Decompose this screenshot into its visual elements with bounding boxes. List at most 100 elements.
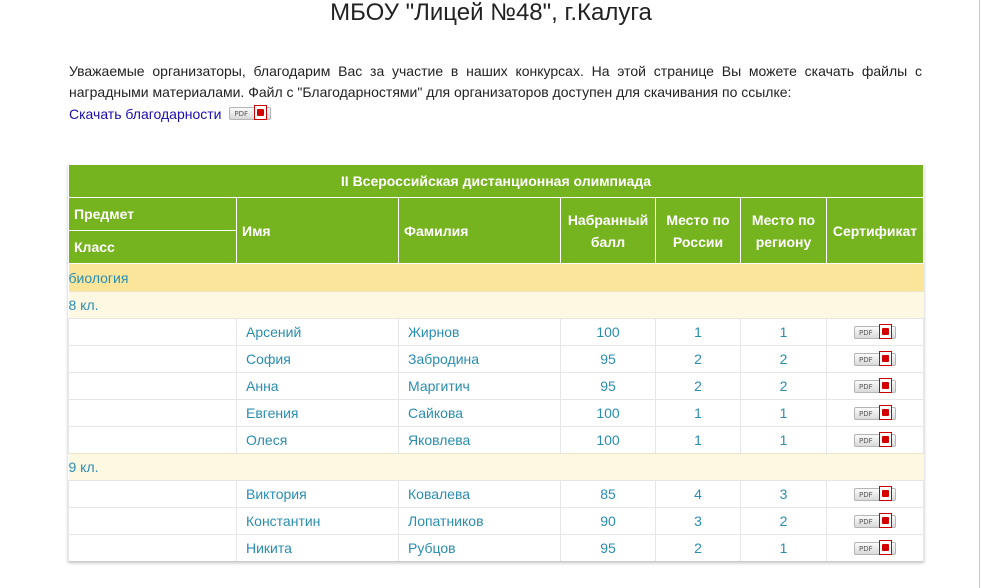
header-certificate: Сертификат — [825, 197, 925, 264]
header-rank-region-line1: Место по — [751, 211, 816, 228]
pdf-label: PDF — [859, 517, 873, 526]
class-row: 8 кл. — [68, 291, 924, 319]
header-subject: Предмет — [68, 197, 237, 231]
class-label: 8 кл. — [68, 291, 924, 319]
acrobat-icon — [879, 512, 892, 528]
last-name-cell: Жирнов — [398, 318, 561, 346]
acrobat-icon — [879, 350, 892, 366]
acrobat-icon — [879, 323, 892, 339]
first-name-cell: Виктория — [236, 480, 399, 508]
first-name-cell: София — [236, 345, 399, 373]
rank-region-cell: 2 — [740, 507, 827, 535]
rank-russia-cell: 1 — [655, 318, 741, 346]
score-cell: 100 — [560, 399, 656, 427]
pdf-icon[interactable]: PDF — [854, 512, 896, 528]
certificate-cell: PDF — [826, 372, 925, 400]
acrobat-icon — [879, 377, 892, 393]
pdf-label: PDF — [859, 544, 873, 553]
last-name-cell: Ковалева — [398, 480, 561, 508]
header-rank-russia-line2: России — [672, 233, 724, 250]
table-row: Константин Лопатников 90 3 2 PDF — [68, 507, 925, 535]
certificate-cell: PDF — [826, 399, 925, 427]
empty-cell — [68, 426, 237, 454]
subject-row: биология — [68, 263, 924, 292]
rank-russia-cell: 2 — [655, 372, 741, 400]
last-name-cell: Яковлева — [398, 426, 561, 454]
pdf-icon[interactable]: PDF — [854, 539, 896, 555]
rank-russia-cell: 3 — [655, 507, 741, 535]
score-cell: 95 — [560, 534, 656, 561]
empty-cell — [68, 480, 237, 508]
pdf-icon[interactable]: PDF — [854, 323, 896, 339]
pdf-icon[interactable]: PDF — [229, 104, 272, 120]
last-name-cell: Забродина — [398, 345, 561, 373]
class-label: 9 кл. — [68, 453, 924, 481]
pdf-label: PDF — [859, 382, 873, 391]
pdf-icon[interactable]: PDF — [854, 377, 896, 393]
empty-cell — [68, 399, 237, 427]
last-name-cell: Лопатников — [398, 507, 561, 535]
acrobat-icon — [879, 485, 892, 501]
table-row: Никита Рубцов 95 2 1 PDF — [68, 534, 925, 561]
score-cell: 100 — [560, 426, 656, 454]
download-area: Скачать благодарности PDF — [69, 104, 272, 124]
score-cell: 90 — [560, 507, 656, 535]
score-cell: 100 — [560, 318, 656, 346]
window-edge-line — [979, 0, 980, 588]
score-cell: 95 — [560, 345, 656, 373]
page-title: МБОУ "Лицей №48", г.Калуга — [330, 0, 652, 26]
first-name-cell: Евгения — [236, 399, 399, 427]
header-rank-region: Место по региону — [740, 197, 827, 264]
rank-region-cell: 1 — [740, 534, 827, 561]
empty-cell — [68, 345, 237, 373]
rank-russia-cell: 4 — [655, 480, 741, 508]
certificate-cell: PDF — [826, 318, 925, 346]
header-score: Набранный балл — [560, 197, 656, 264]
header-rank-russia: Место по России — [655, 197, 741, 264]
table-row: Анна Маргитич 95 2 2 PDF — [68, 372, 925, 400]
first-name-cell: Константин — [236, 507, 399, 535]
table-row: Евгения Сайкова 100 1 1 PDF — [68, 399, 925, 427]
download-thanks-link[interactable]: Скачать благодарности — [69, 106, 222, 122]
rank-russia-cell: 2 — [655, 345, 741, 373]
empty-cell — [68, 318, 237, 346]
rank-region-cell: 2 — [740, 345, 827, 373]
table-row: София Забродина 95 2 2 PDF — [68, 345, 925, 373]
acrobat-icon — [879, 431, 892, 447]
pdf-label: PDF — [859, 436, 873, 445]
header-last-name: Фамилия — [398, 197, 561, 264]
first-name-cell: Анна — [236, 372, 399, 400]
pdf-label: PDF — [859, 490, 873, 499]
pdf-label: PDF — [859, 355, 873, 364]
pdf-icon[interactable]: PDF — [854, 485, 896, 501]
rank-region-cell: 3 — [740, 480, 827, 508]
pdf-icon[interactable]: PDF — [854, 431, 896, 447]
certificate-cell: PDF — [826, 507, 925, 535]
pdf-label: PDF — [859, 328, 873, 337]
last-name-cell: Рубцов — [398, 534, 561, 561]
table-row: Виктория Ковалева 85 4 3 PDF — [68, 480, 925, 508]
pdf-icon[interactable]: PDF — [854, 404, 896, 420]
class-row: 9 кл. — [68, 453, 924, 481]
table-row: Олеся Яковлева 100 1 1 PDF — [68, 426, 925, 454]
certificate-cell: PDF — [826, 480, 925, 508]
certificate-cell: PDF — [826, 426, 925, 454]
header-rank-region-line2: региону — [755, 233, 812, 250]
last-name-cell: Сайкова — [398, 399, 561, 427]
header-score-line2: балл — [590, 233, 626, 250]
score-cell: 95 — [560, 372, 656, 400]
rank-russia-cell: 1 — [655, 426, 741, 454]
pdf-icon[interactable]: PDF — [854, 350, 896, 366]
rank-region-cell: 1 — [740, 399, 827, 427]
results-table: II Всероссийская дистанционная олимпиада… — [67, 164, 925, 561]
acrobat-icon — [254, 104, 268, 120]
header-score-line1: Набранный — [567, 211, 649, 228]
header-rank-russia-line1: Место по — [666, 211, 730, 228]
rank-russia-cell: 2 — [655, 534, 741, 561]
intro-text: Уважаемые организаторы, благодарим Вас з… — [69, 63, 922, 100]
rank-region-cell: 2 — [740, 372, 827, 400]
pdf-label: PDF — [859, 409, 873, 418]
table-row: Арсений Жирнов 100 1 1 PDF — [68, 318, 925, 346]
header-first-name: Имя — [236, 197, 399, 264]
last-name-cell: Маргитич — [398, 372, 561, 400]
